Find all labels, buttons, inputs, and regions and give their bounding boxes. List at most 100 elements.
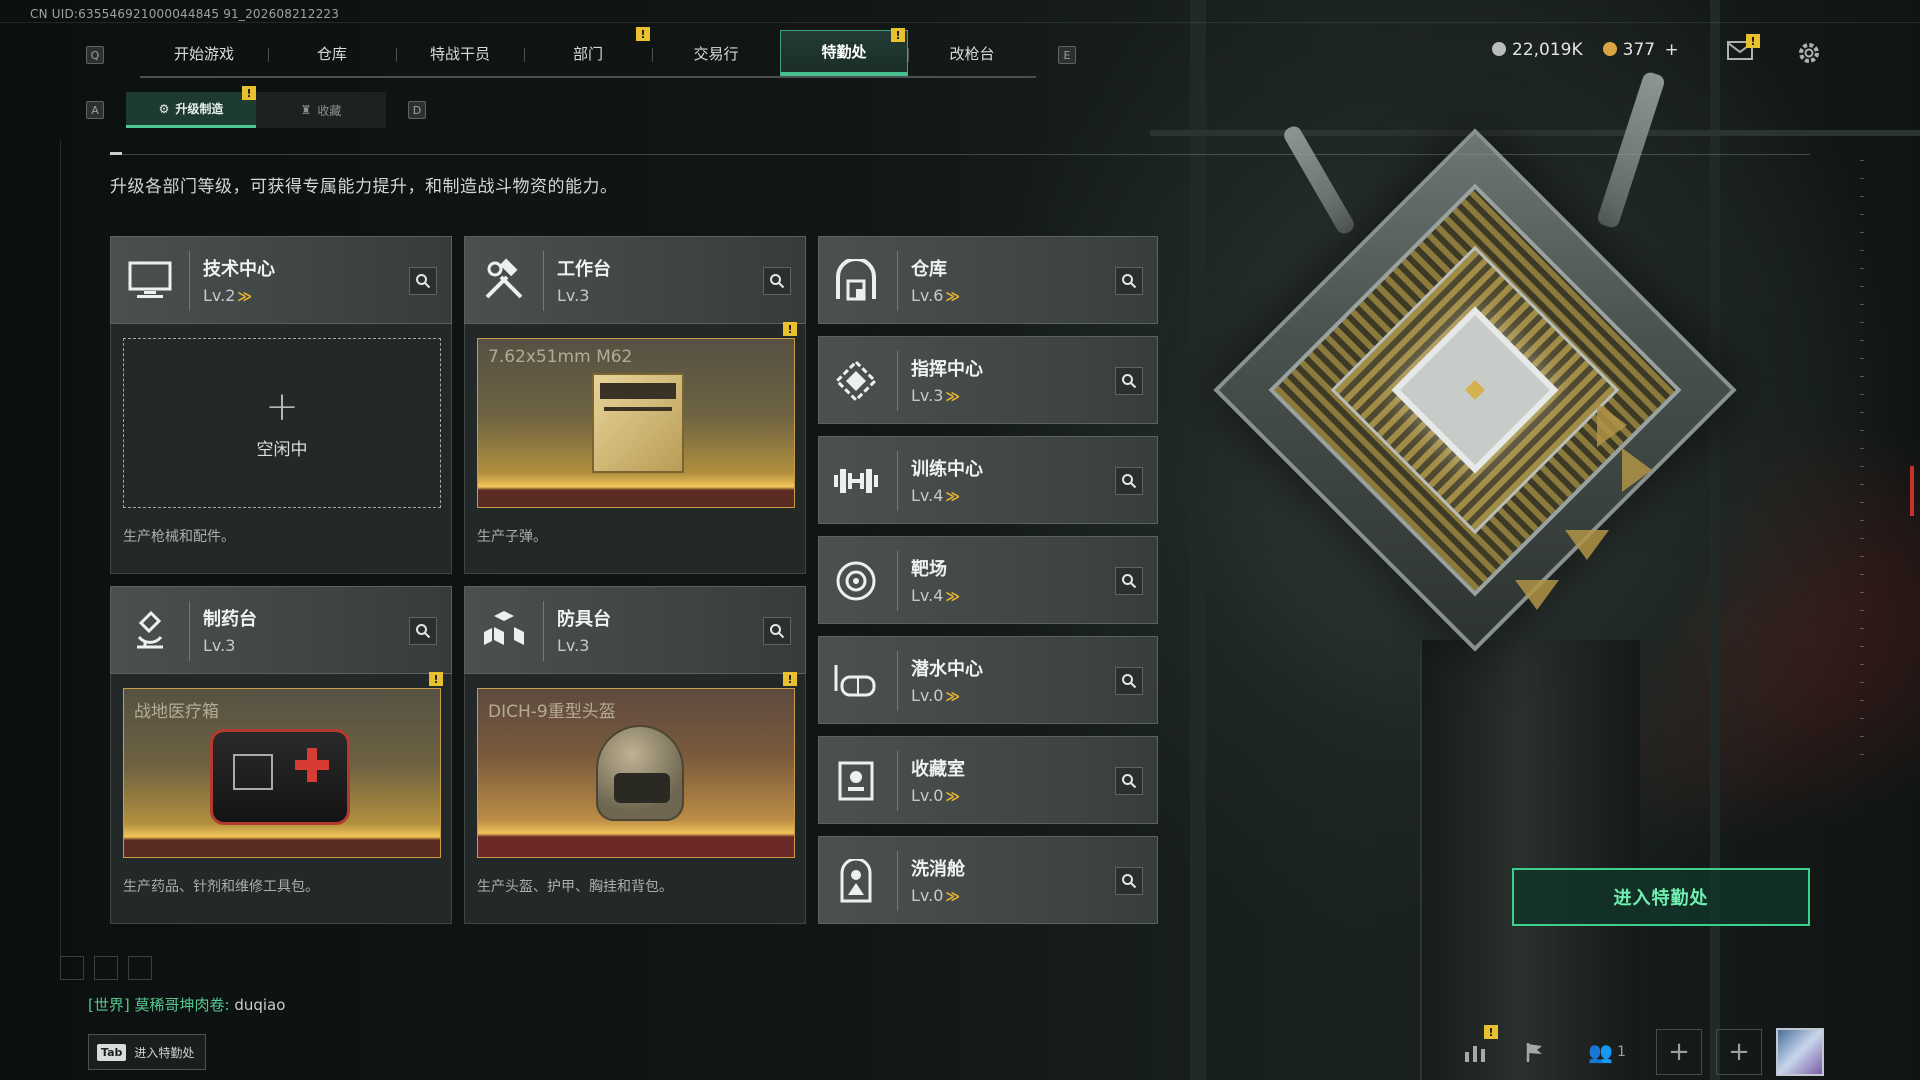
facility-level: Lv.3 xyxy=(203,636,236,655)
player-avatar[interactable] xyxy=(1776,1028,1824,1076)
section-divider xyxy=(110,154,1810,155)
tab-label: 部门 xyxy=(572,44,603,63)
next-subtab-key[interactable]: D xyxy=(408,101,426,119)
search-button[interactable] xyxy=(1115,767,1143,795)
tab-warehouse[interactable]: 仓库 xyxy=(268,30,396,76)
department-row-decon-chamber[interactable]: 洗消舱 Lv.0 ≫ xyxy=(818,836,1158,924)
tab-special-ops[interactable]: 特勤处 ! xyxy=(780,28,909,76)
search-button[interactable] xyxy=(1115,367,1143,395)
search-icon xyxy=(1122,674,1137,689)
alert-badge: ! xyxy=(242,86,256,100)
tab-label: 仓库 xyxy=(316,44,347,63)
add-slot-button[interactable]: + xyxy=(1656,1029,1702,1075)
upgrade-arrow-icon: ≫ xyxy=(945,589,961,605)
prev-tab-key[interactable]: Q xyxy=(86,46,104,64)
next-tab-key[interactable]: E xyxy=(1058,46,1076,64)
department-level: Lv.3 ≫ xyxy=(911,386,961,405)
dumbbell-icon xyxy=(831,456,881,506)
department-row-command-center[interactable]: 指挥中心 Lv.3 ≫ xyxy=(818,336,1158,424)
tab-key: Tab xyxy=(97,1043,127,1061)
card-header[interactable]: 技术中心 Lv.2 ≫ xyxy=(110,236,452,324)
search-button[interactable] xyxy=(1115,467,1143,495)
decorative-boxes xyxy=(60,956,152,980)
flag-icon[interactable] xyxy=(1512,1029,1558,1075)
facility-card-pharmacy[interactable]: 制药台 Lv.3 战地医疗箱 ! 生产药品、针剂和维修工具包。 xyxy=(110,586,452,924)
facility-card-workbench[interactable]: 工作台 Lv.3 7.62x51mm M62 ! 生产子弹。 xyxy=(464,236,806,574)
search-button[interactable] xyxy=(1115,567,1143,595)
department-row-collection-room[interactable]: 收藏室 Lv.0 ≫ xyxy=(818,736,1158,824)
search-button[interactable] xyxy=(763,267,791,295)
department-name: 指挥中心 xyxy=(911,359,983,380)
department-row-training-center[interactable]: 训练中心 Lv.4 ≫ xyxy=(818,436,1158,524)
gold-amount: 377 xyxy=(1622,40,1656,60)
search-button[interactable] xyxy=(1115,267,1143,295)
silver-currency: 22,019K xyxy=(1492,40,1583,60)
facility-card-tech-center[interactable]: 技术中心 Lv.2 ≫ + 空闲中 生产枪械和配件。 xyxy=(110,236,452,574)
idle-production-slot[interactable]: + 空闲中 xyxy=(123,338,441,508)
facility-description: 生产子弹。 xyxy=(477,529,547,545)
chat-line[interactable]: [世界] 莫稀哥坤肉卷: duqiao xyxy=(88,994,285,1015)
search-icon xyxy=(416,274,431,289)
mail-icon[interactable]: ! xyxy=(1726,34,1760,62)
hammer-wrench-icon xyxy=(479,255,529,305)
search-icon xyxy=(1122,574,1137,589)
enter-special-ops-button[interactable]: 进入特勤处 xyxy=(1512,868,1810,926)
tab-start-game[interactable]: 开始游戏 xyxy=(140,30,268,76)
department-level: Lv.0 ≫ xyxy=(911,886,961,905)
command-icon xyxy=(831,356,881,406)
alert-badge: ! xyxy=(783,672,797,686)
facility-card-armor-bench[interactable]: 防具台 Lv.3 DICH-9重型头盔 ! 生产头盔、护甲、胸挂和背包。 xyxy=(464,586,806,924)
search-icon xyxy=(770,624,785,639)
add-gold-button[interactable]: + xyxy=(1665,40,1679,60)
add-slot-button[interactable]: + xyxy=(1716,1029,1762,1075)
production-slot[interactable]: 战地医疗箱 xyxy=(123,688,441,858)
search-button[interactable] xyxy=(409,267,437,295)
department-row-warehouse[interactable]: 仓库 Lv.6 ≫ xyxy=(818,236,1158,324)
tab-department[interactable]: 部门 ! xyxy=(524,27,652,76)
tab-trade[interactable]: 交易行 xyxy=(652,30,780,76)
search-button[interactable] xyxy=(409,617,437,645)
alert-badge: ! xyxy=(783,322,797,336)
department-level: Lv.4 ≫ xyxy=(911,486,961,505)
scroll-indicator[interactable] xyxy=(1910,466,1914,516)
item-name: 7.62x51mm M62 xyxy=(488,347,633,367)
alert-badge: ! xyxy=(1746,34,1760,48)
plus-icon: + xyxy=(1668,1037,1690,1067)
facility-level: Lv.3 xyxy=(557,636,590,655)
subtab-collection[interactable]: ♜ 收藏 xyxy=(256,92,386,128)
search-button[interactable] xyxy=(1115,867,1143,895)
search-button[interactable] xyxy=(763,617,791,645)
medkit-icon xyxy=(210,729,350,825)
page-description: 升级各部门等级，可获得专属能力提升，和制造战斗物资的能力。 xyxy=(110,177,618,197)
subtab-label: 收藏 xyxy=(317,103,342,118)
main-tab-bar: 开始游戏 仓库 特战干员 部门 ! 交易行 特勤处 ! 改枪台 xyxy=(140,27,1036,78)
subtab-upgrade-craft[interactable]: ⚙ 升级制造 ! xyxy=(126,86,256,128)
department-row-shooting-range[interactable]: 靶场 Lv.4 ≫ xyxy=(818,536,1158,624)
tab-shortcut-hint[interactable]: Tab 进入特勤处 xyxy=(88,1034,206,1070)
department-name: 潜水中心 xyxy=(911,659,983,680)
friends-button[interactable]: 👥 1 xyxy=(1572,1029,1642,1075)
tab-operators[interactable]: 特战干员 xyxy=(396,30,524,76)
facility-description: 生产头盔、护甲、胸挂和背包。 xyxy=(477,879,673,895)
subtab-label: 升级制造 xyxy=(175,102,224,116)
card-header[interactable]: 制药台 Lv.3 xyxy=(110,586,452,674)
production-slot[interactable]: 7.62x51mm M62 xyxy=(477,338,795,508)
tab-gunsmith[interactable]: 改枪台 xyxy=(908,30,1036,76)
department-row-diving-center[interactable]: 潜水中心 Lv.0 ≫ xyxy=(818,636,1158,724)
card-header[interactable]: 防具台 Lv.3 xyxy=(464,586,806,674)
prev-subtab-key[interactable]: A xyxy=(86,101,104,119)
settings-gear-icon[interactable] xyxy=(1796,40,1822,66)
item-name: 战地医疗箱 xyxy=(134,702,219,722)
upgrade-arrow-icon: ≫ xyxy=(945,289,961,305)
helmet-icon xyxy=(596,725,684,821)
divider-tick xyxy=(110,152,122,155)
search-icon xyxy=(770,274,785,289)
card-header[interactable]: 工作台 Lv.3 xyxy=(464,236,806,324)
facility-name: 制药台 xyxy=(203,609,257,630)
search-button[interactable] xyxy=(1115,667,1143,695)
department-name: 收藏室 xyxy=(911,759,965,780)
plus-icon: + xyxy=(1728,1037,1750,1067)
production-slot[interactable]: DICH-9重型头盔 xyxy=(477,688,795,858)
stats-chart-icon[interactable]: ! xyxy=(1452,1025,1498,1075)
facility-description: 生产药品、针剂和维修工具包。 xyxy=(123,879,319,895)
